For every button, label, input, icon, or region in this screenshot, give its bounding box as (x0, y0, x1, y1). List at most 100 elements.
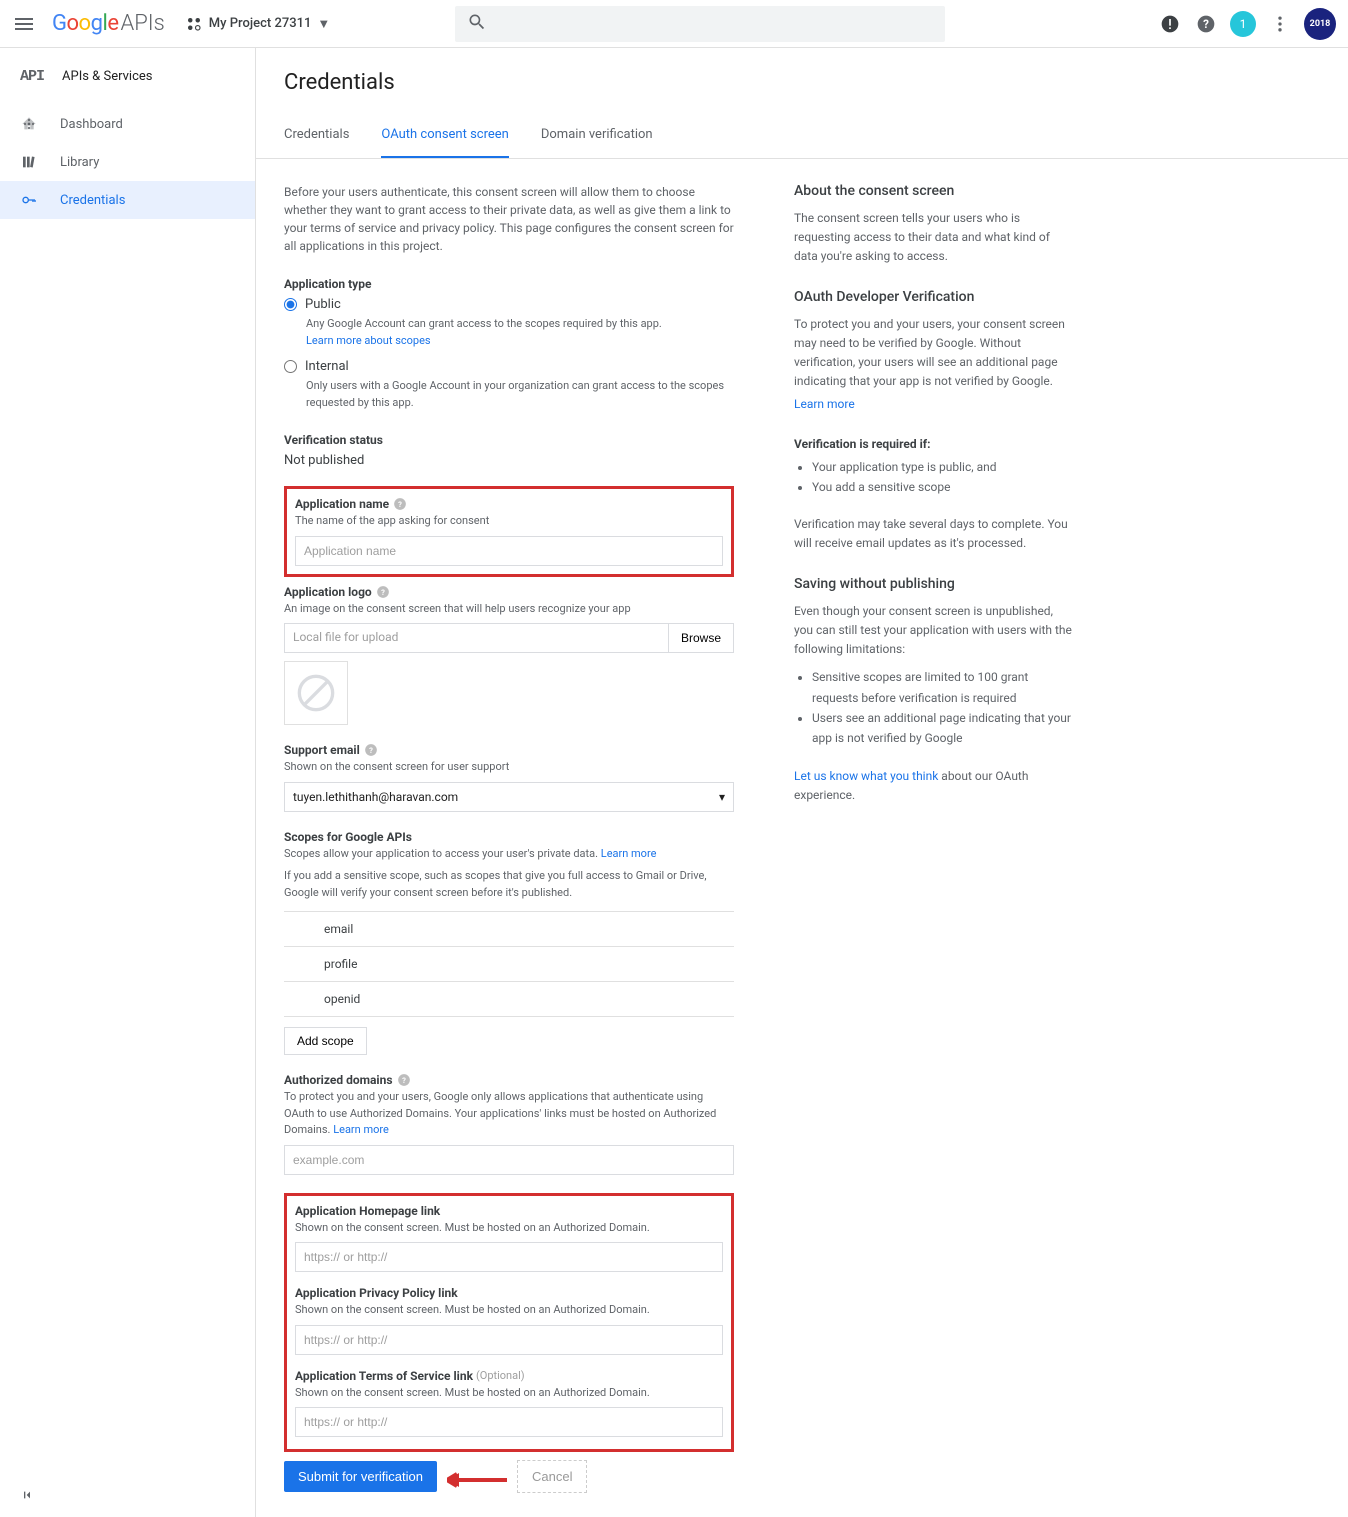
notification-icon[interactable] (1158, 12, 1182, 36)
header-right: ? 1 2018 (1158, 8, 1336, 40)
radio-public[interactable]: Public (284, 297, 734, 312)
intro-text: Before your users authenticate, this con… (284, 183, 734, 255)
scopes-learn-more-link[interactable]: Learn more (601, 847, 657, 860)
info-column: About the consent screen The consent scr… (794, 183, 1074, 1493)
browse-button[interactable]: Browse (669, 623, 734, 653)
add-scope-button[interactable]: Add scope (284, 1027, 367, 1055)
search-icon (467, 12, 487, 36)
collapse-sidebar-icon[interactable] (20, 1487, 36, 1507)
info-saving-heading: Saving without publishing (794, 576, 1074, 592)
top-header: Google APIs My Project 27311 ▼ ? 1 2018 (0, 0, 1348, 48)
svg-text:?: ? (381, 587, 385, 596)
verification-status-label: Verification status (284, 433, 734, 447)
dashboard-icon (20, 115, 38, 133)
verification-status-value: Not published (284, 453, 734, 468)
auth-domain-input[interactable] (284, 1145, 734, 1175)
links-highlight: Application Homepage link Shown on the c… (284, 1193, 734, 1453)
google-logo[interactable]: Google APIs (52, 11, 165, 36)
scopes-desc: Scopes allow your application to access … (284, 846, 734, 863)
form-column: Before your users authenticate, this con… (284, 183, 734, 1493)
tos-link-input[interactable] (295, 1407, 723, 1437)
verification-learn-more-link[interactable]: Learn more (794, 397, 855, 411)
homepage-link-desc: Shown on the consent screen. Must be hos… (295, 1220, 723, 1237)
key-icon (20, 191, 38, 209)
sidebar-item-dashboard[interactable]: Dashboard (0, 105, 255, 143)
api-icon: API (20, 68, 44, 85)
hamburger-menu-icon[interactable] (12, 12, 36, 36)
help-icon[interactable]: ? (364, 743, 378, 757)
help-icon[interactable]: ? (376, 585, 390, 599)
help-icon[interactable]: ? (397, 1073, 411, 1087)
arrow-annotation-icon (447, 1464, 507, 1497)
submit-button[interactable]: Submit for verification (284, 1461, 437, 1492)
app-name-highlight: Application name ? The name of the app a… (284, 486, 734, 577)
list-item: Sensitive scopes are limited to 100 gran… (812, 667, 1074, 708)
sidebar-item-label: Dashboard (60, 117, 123, 132)
info-required-list: Your application type is public, and You… (812, 457, 1074, 498)
sidebar: API APIs & Services Dashboard Library Cr… (0, 48, 256, 1517)
application-type-label: Application type (284, 277, 734, 291)
tos-link-desc: Shown on the consent screen. Must be hos… (295, 1385, 723, 1402)
info-about-heading: About the consent screen (794, 183, 1074, 199)
support-email-desc: Shown on the consent screen for user sup… (284, 759, 734, 776)
radio-public-input[interactable] (284, 298, 297, 311)
auth-domains-desc: To protect you and your users, Google on… (284, 1089, 734, 1139)
radio-public-desc: Any Google Account can grant access to t… (306, 316, 734, 349)
project-selector[interactable]: My Project 27311 ▼ (185, 15, 330, 33)
info-about-text: The consent screen tells your users who … (794, 209, 1074, 267)
learn-more-scopes-link[interactable]: Learn more about scopes (306, 334, 431, 347)
project-icon (185, 15, 203, 33)
app-logo-label: Application logo ? (284, 585, 734, 599)
scopes-sensitive-desc: If you add a sensitive scope, such as sc… (284, 868, 734, 901)
help-icon[interactable]: ? (393, 497, 407, 511)
tab-oauth-consent[interactable]: OAuth consent screen (381, 113, 508, 158)
logo-preview (284, 661, 348, 725)
homepage-link-input[interactable] (295, 1242, 723, 1272)
support-email-label: Support email ? (284, 743, 734, 757)
tos-link-label: Application Terms of Service link (Optio… (295, 1369, 723, 1383)
auth-domains-learn-more-link[interactable]: Learn more (333, 1123, 389, 1136)
scopes-label: Scopes for Google APIs (284, 830, 734, 844)
scope-list: email profile openid (284, 911, 734, 1017)
list-item: Your application type is public, and (812, 457, 1074, 477)
scope-item: email (284, 912, 734, 947)
info-required-text: Verification may take several days to co… (794, 515, 1074, 553)
cancel-button[interactable]: Cancel (517, 1460, 587, 1493)
app-name-input[interactable] (295, 536, 723, 566)
library-icon (20, 153, 38, 171)
more-vert-icon[interactable] (1268, 12, 1292, 36)
chevron-down-icon: ▾ (719, 790, 725, 804)
feedback-link[interactable]: Let us know what you think (794, 769, 938, 783)
svg-text:?: ? (402, 1076, 406, 1085)
sidebar-item-library[interactable]: Library (0, 143, 255, 181)
sidebar-item-label: Library (60, 155, 99, 170)
radio-internal-desc: Only users with a Google Account in your… (306, 378, 734, 411)
svg-text:?: ? (398, 500, 402, 509)
radio-internal[interactable]: Internal (284, 359, 734, 374)
help-icon[interactable]: ? (1194, 12, 1218, 36)
info-saving-text: Even though your consent screen is unpub… (794, 602, 1074, 660)
privacy-link-label: Application Privacy Policy link (295, 1286, 723, 1300)
sidebar-title[interactable]: API APIs & Services (0, 60, 255, 105)
chevron-down-icon: ▼ (317, 16, 330, 32)
info-required-heading: Verification is required if: (794, 437, 1074, 451)
support-email-select[interactable]: tuyen.lethithanh@haravan.com ▾ (284, 782, 734, 812)
tab-credentials[interactable]: Credentials (284, 113, 349, 158)
scope-item: openid (284, 982, 734, 1017)
svg-text:?: ? (369, 746, 373, 755)
page-title: Credentials (256, 48, 1348, 113)
avatar-badge[interactable]: 1 (1230, 11, 1256, 37)
search-input[interactable] (455, 6, 945, 42)
tab-domain-verification[interactable]: Domain verification (541, 113, 653, 158)
sidebar-item-credentials[interactable]: Credentials (0, 181, 255, 219)
file-path-display: Local file for upload (284, 623, 669, 653)
radio-internal-input[interactable] (284, 360, 297, 373)
auth-domains-label: Authorized domains ? (284, 1073, 734, 1087)
info-feedback: Let us know what you think about our OAu… (794, 767, 1074, 805)
app-name-desc: The name of the app asking for consent (295, 513, 723, 530)
user-avatar[interactable]: 2018 (1304, 8, 1336, 40)
scope-item: profile (284, 947, 734, 982)
homepage-link-label: Application Homepage link (295, 1204, 723, 1218)
app-name-label: Application name ? (295, 497, 723, 511)
privacy-link-input[interactable] (295, 1325, 723, 1355)
